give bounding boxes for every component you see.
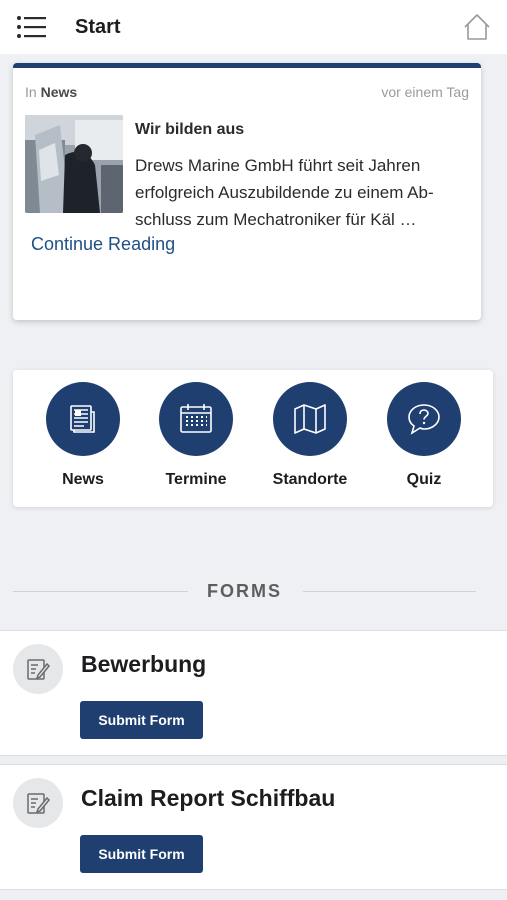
calendar-icon: [159, 382, 233, 456]
shortcut-standorte[interactable]: Standorte: [260, 382, 360, 497]
form-title: Claim Report Schiffbau: [81, 785, 336, 811]
news-card[interactable]: In News vor einem Tag Wir bilden aus Dre…: [13, 63, 481, 320]
category-prefix: In: [25, 84, 37, 100]
page-title: Start: [75, 16, 121, 38]
shortcut-label: Quiz: [406, 471, 442, 488]
shortcut-termine[interactable]: Termine: [146, 382, 246, 497]
shortcut-label: Standorte: [272, 471, 348, 488]
shortcut-news[interactable]: News: [33, 382, 133, 497]
news-category: In News: [25, 84, 77, 100]
shortcut-label: Termine: [165, 471, 227, 488]
submit-form-button[interactable]: Submit Form: [80, 701, 203, 739]
news-timestamp: vor einem Tag: [381, 84, 469, 100]
shortcut-panel: News Termine Standorte Quiz: [13, 370, 493, 507]
category-name: News: [40, 84, 78, 100]
list-menu-icon[interactable]: [16, 14, 48, 40]
news-excerpt: Drews Marine GmbH führt seit Jahren erfo…: [135, 156, 434, 229]
form-title: Bewerbung: [81, 651, 207, 677]
question-bubble-icon: [387, 382, 461, 456]
home-icon[interactable]: [462, 12, 492, 42]
edit-form-icon: [13, 644, 63, 694]
news-thumbnail[interactable]: [25, 115, 123, 213]
news-title: Wir bilden aus: [135, 121, 245, 138]
edit-form-icon: [13, 778, 63, 828]
shortcut-label: News: [62, 471, 104, 488]
submit-form-button[interactable]: Submit Form: [80, 835, 203, 873]
form-item-bewerbung: Bewerbung Submit Form: [0, 630, 507, 756]
top-bar: Start: [0, 0, 507, 54]
divider: [303, 591, 476, 592]
shortcut-quiz[interactable]: Quiz: [374, 382, 474, 497]
continue-reading-link[interactable]: Continue Reading: [31, 234, 175, 255]
newspaper-icon: [46, 382, 120, 456]
form-item-claim-report: Claim Report Schiffbau Submit Form: [0, 764, 507, 890]
forms-section-header: FORMS: [13, 578, 476, 606]
map-icon: [273, 382, 347, 456]
